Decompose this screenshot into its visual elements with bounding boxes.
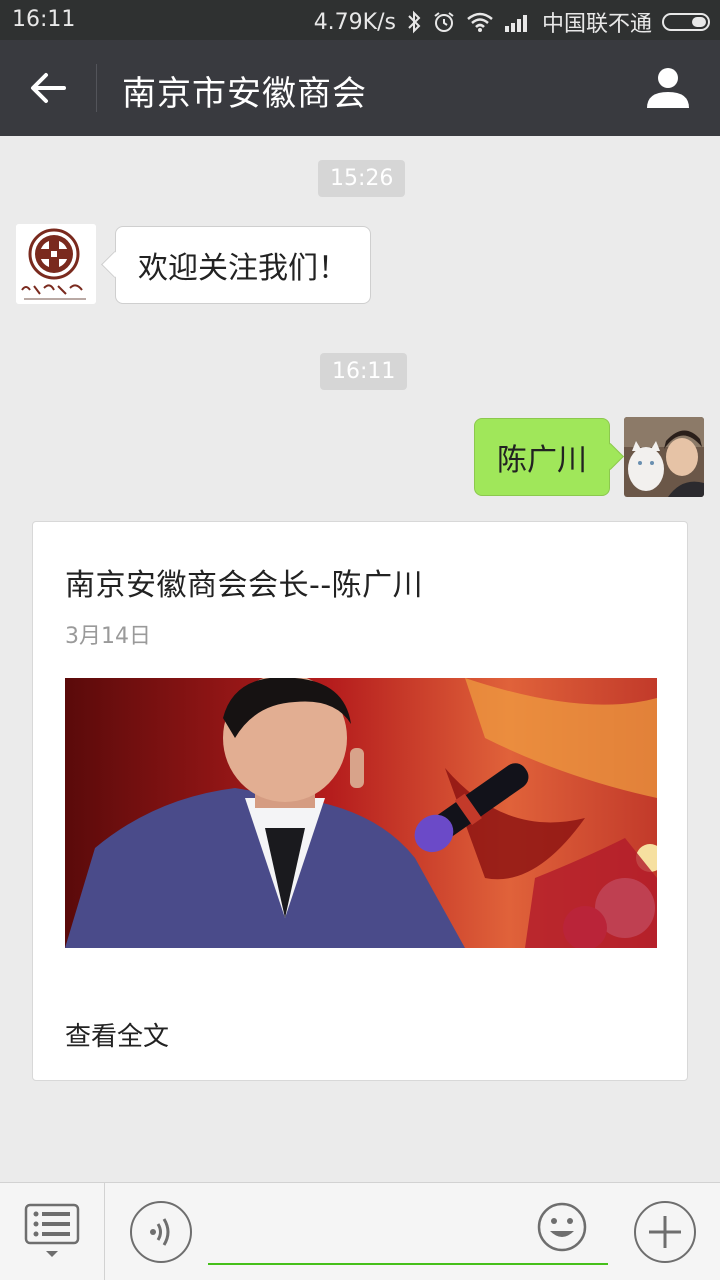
- voice-button[interactable]: [130, 1201, 192, 1263]
- input-bar: [0, 1182, 720, 1280]
- page-title: 南京市安徽商会: [122, 74, 367, 114]
- back-button[interactable]: [22, 62, 74, 114]
- message-text: 欢迎关注我们！: [138, 251, 348, 286]
- title-bar: 南京市安徽商会: [0, 40, 720, 136]
- speaker-photo-icon: [65, 678, 657, 948]
- status-bar: 16:11 4.79K/s 中国联不通: [0, 0, 720, 40]
- message-input[interactable]: [208, 1263, 608, 1265]
- emoji-button[interactable]: [536, 1201, 588, 1253]
- battery-icon: [662, 13, 710, 31]
- person-icon: [647, 68, 689, 108]
- timestamp: 16:11: [320, 353, 408, 390]
- user-avatar[interactable]: [624, 417, 704, 497]
- profile-button[interactable]: [644, 64, 692, 112]
- chamber-logo-icon: [16, 224, 96, 304]
- emoji-icon: [537, 1202, 587, 1252]
- user-photo-icon: [624, 417, 704, 497]
- outgoing-message[interactable]: 陈广川: [474, 418, 610, 496]
- signal-icon: [504, 15, 527, 32]
- article-card[interactable]: 南京安徽商会会长--陈广川 3月14日 查看全文: [32, 521, 688, 1081]
- bluetooth-icon: [408, 10, 421, 34]
- voice-icon: [150, 1218, 170, 1246]
- plus-button[interactable]: [634, 1201, 696, 1263]
- plus-icon: [649, 1216, 681, 1248]
- article-date: 3月14日: [65, 624, 151, 649]
- network-speed: 4.79K/s: [313, 9, 396, 35]
- title-divider: [96, 64, 97, 112]
- article-cover-image[interactable]: [65, 678, 657, 948]
- article-title: 南京安徽商会会长--陈广川: [65, 568, 424, 603]
- carrier-name: 中国联不通: [541, 12, 652, 37]
- status-time: 16:11: [12, 7, 76, 32]
- menu-button[interactable]: [22, 1201, 82, 1261]
- sender-avatar[interactable]: [16, 224, 96, 304]
- read-more-link[interactable]: 查看全文: [65, 1016, 169, 1053]
- wifi-icon: [467, 12, 493, 32]
- incoming-message[interactable]: 欢迎关注我们！: [115, 226, 371, 304]
- alarm-icon: [434, 12, 454, 32]
- timestamp: 15:26: [318, 160, 406, 197]
- arrow-left-icon: [31, 73, 66, 103]
- input-bar-divider: [104, 1183, 105, 1280]
- message-text: 陈广川: [497, 443, 587, 478]
- menu-list-icon: [24, 1203, 80, 1257]
